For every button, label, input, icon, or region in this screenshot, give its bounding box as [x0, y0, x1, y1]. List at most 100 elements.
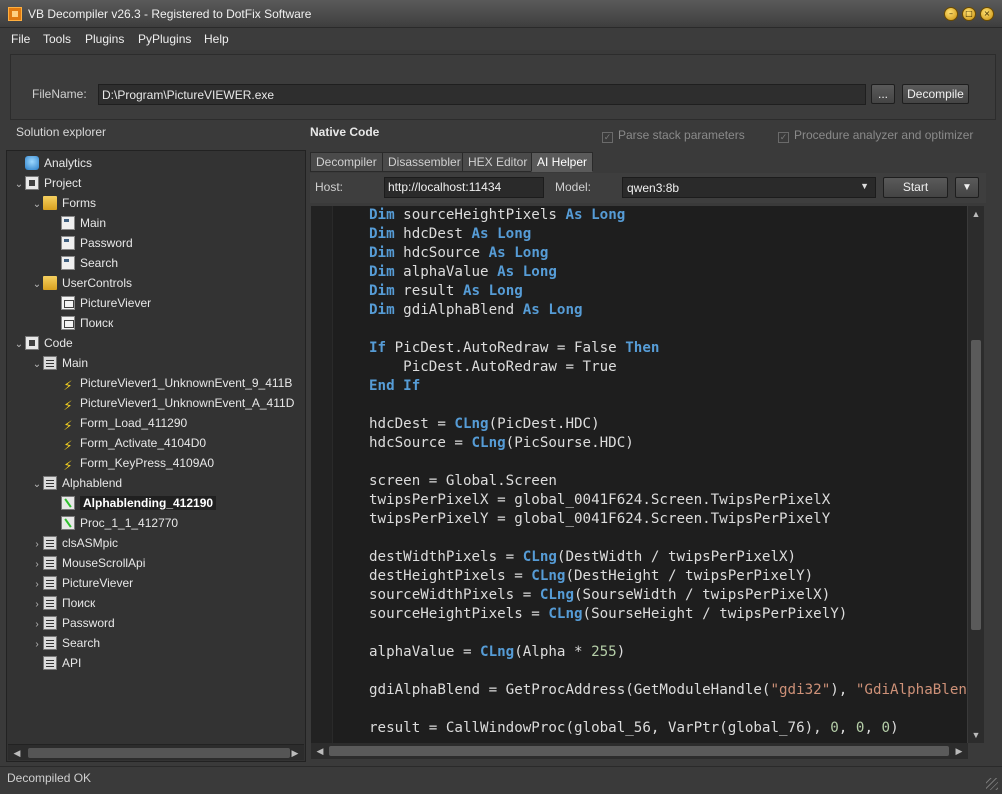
tree-node[interactable]: ⌄ Main [31, 353, 88, 373]
tree-node[interactable]: ⚡ PictureViever1_UnknownEvent_9_411B [49, 373, 292, 393]
menu-help[interactable]: Help [204, 32, 229, 46]
tree-node[interactable]: › Search [31, 633, 100, 653]
tree-node-label: Form_KeyPress_4109A0 [80, 456, 215, 470]
tree-node[interactable]: Поиск [49, 313, 113, 333]
tree-node[interactable]: ⌄ UserControls [31, 273, 132, 293]
model-label: Model: [555, 180, 592, 194]
event-icon: ⚡ [63, 418, 73, 433]
scroll-right-icon[interactable]: ▶ [288, 746, 302, 760]
expand-icon[interactable]: › [31, 535, 43, 555]
close-button[interactable]: × [980, 7, 994, 21]
solution-tree[interactable]: Analytics ⌄ Project ⌄ Forms Main Password Searc… [6, 150, 306, 762]
tree-node[interactable]: PictureViever [49, 293, 151, 313]
menu-plugins[interactable]: Plugins [85, 32, 124, 46]
scroll-down-icon[interactable]: ▼ [969, 728, 983, 742]
tree-node[interactable]: Analytics [13, 153, 92, 173]
tree-node[interactable]: › Password [31, 613, 115, 633]
tree-node[interactable]: ⌄ Alphablend [31, 473, 122, 493]
usercontrol-icon [61, 296, 75, 310]
tree-node[interactable]: Password [49, 233, 133, 253]
code-editor[interactable]: Dim sourceHeightPixels As Long Dim hdcDe… [311, 206, 967, 743]
parse-stack-checkbox[interactable]: ✓ Parse stack parameters [602, 128, 745, 143]
status-bar [0, 766, 1002, 794]
start-button[interactable]: Start [883, 177, 948, 198]
expand-icon[interactable]: › [31, 615, 43, 635]
code-text[interactable]: Dim sourceHeightPixels As Long Dim hdcDe… [369, 206, 967, 738]
tree-node-label: Alphablending_412190 [80, 496, 217, 510]
tree-node[interactable]: ⚡ Form_Activate_4104D0 [49, 433, 206, 453]
module-icon [43, 556, 57, 570]
decompile-button[interactable]: Decompile [902, 84, 969, 104]
browse-button[interactable]: ... [871, 84, 895, 104]
event-icon: ⚡ [63, 458, 73, 473]
collapse-icon[interactable]: ⌄ [31, 195, 43, 215]
filename-input[interactable] [98, 84, 866, 105]
expand-icon[interactable]: › [31, 595, 43, 615]
tree-horizontal-scrollbar[interactable]: ◀ ▶ [8, 744, 304, 760]
tree-node[interactable]: Proc_1_1_412770 [49, 513, 178, 533]
tree-node[interactable]: ⌄ Forms [31, 193, 96, 213]
tree-node[interactable]: ⌄ Code [13, 333, 73, 353]
tree-node[interactable]: › PictureViever [31, 573, 133, 593]
tree-node-label: Proc_1_1_412770 [80, 516, 179, 530]
tree-node[interactable]: ⌄ Project [13, 173, 81, 193]
expand-icon[interactable]: › [31, 575, 43, 595]
tree-node[interactable]: › MouseScrollApi [31, 553, 145, 573]
scroll-left-icon[interactable]: ◀ [10, 746, 24, 760]
collapse-icon[interactable]: ⌄ [31, 275, 43, 295]
module-icon [43, 576, 57, 590]
tree-node-label: Alphablend [62, 476, 123, 490]
form-icon [61, 216, 75, 230]
code-vertical-scrollbar[interactable]: ▲ ▼ [968, 206, 984, 743]
tree-node[interactable]: › Поиск [31, 593, 95, 613]
tree-node[interactable]: ⚡ Form_Load_411290 [49, 413, 187, 433]
filename-label: FileName: [32, 87, 87, 101]
scroll-left-icon[interactable]: ◀ [313, 744, 327, 758]
scroll-right-icon[interactable]: ▶ [952, 744, 966, 758]
collapse-icon[interactable]: ⌄ [31, 355, 43, 375]
expand-icon[interactable]: › [31, 555, 43, 575]
expand-icon[interactable]: › [31, 635, 43, 655]
module-icon [43, 616, 57, 630]
tab-disassembler[interactable]: Disassembler [382, 152, 467, 172]
host-input[interactable]: http://localhost:11434 [384, 177, 544, 198]
tab-ai-helper[interactable]: AI Helper [531, 152, 594, 172]
tree-node[interactable]: API [31, 653, 81, 673]
collapse-icon[interactable]: ⌄ [13, 335, 25, 355]
folder-icon [43, 196, 57, 210]
folder-icon [43, 276, 57, 290]
model-select[interactable]: qwen3:8b ▼ [622, 177, 876, 198]
tree-node-label: Main [80, 216, 107, 230]
tree-node[interactable]: ⚡ PictureViever1_UnknownEvent_A_411D [49, 393, 294, 413]
collapse-icon[interactable]: ⌄ [13, 175, 25, 195]
module-icon [43, 356, 57, 370]
procedure-analyzer-checkbox[interactable]: ✓ Procedure analyzer and optimizer [778, 128, 973, 143]
maximize-button[interactable]: □ [962, 7, 976, 21]
tab-hex-editor[interactable]: HEX Editor [462, 152, 534, 172]
minimize-button[interactable]: – [944, 7, 958, 21]
menu-tools[interactable]: Tools [43, 32, 71, 46]
tree-node[interactable]: Search [49, 253, 118, 273]
event-icon: ⚡ [63, 438, 73, 453]
tree-node-label: Form_Load_411290 [80, 416, 188, 430]
tree-node[interactable]: Alphablending_412190 [49, 493, 217, 513]
module-icon [43, 656, 57, 670]
scroll-thumb[interactable] [971, 340, 981, 630]
start-options-button[interactable]: ▼ [955, 177, 979, 198]
tree-node-label: Forms [62, 196, 96, 210]
resize-grip-icon[interactable] [986, 778, 998, 790]
code-horizontal-scrollbar[interactable]: ◀ ▶ [311, 743, 968, 759]
scroll-up-icon[interactable]: ▲ [969, 207, 983, 221]
scroll-thumb[interactable] [329, 746, 949, 756]
tree-node[interactable]: › clsASMpic [31, 533, 118, 553]
tree-node[interactable]: Main [49, 213, 106, 233]
scroll-thumb[interactable] [28, 748, 290, 758]
tree-node-label: Password [80, 236, 133, 250]
tree-node-label: Поиск [80, 316, 114, 330]
menu-file[interactable]: File [11, 32, 30, 46]
menu-pyplugins[interactable]: PyPlugins [138, 32, 191, 46]
module-icon [43, 476, 57, 490]
collapse-icon[interactable]: ⌄ [31, 475, 43, 495]
tab-decompiler[interactable]: Decompiler [310, 152, 383, 172]
tree-node[interactable]: ⚡ Form_KeyPress_4109A0 [49, 453, 214, 473]
